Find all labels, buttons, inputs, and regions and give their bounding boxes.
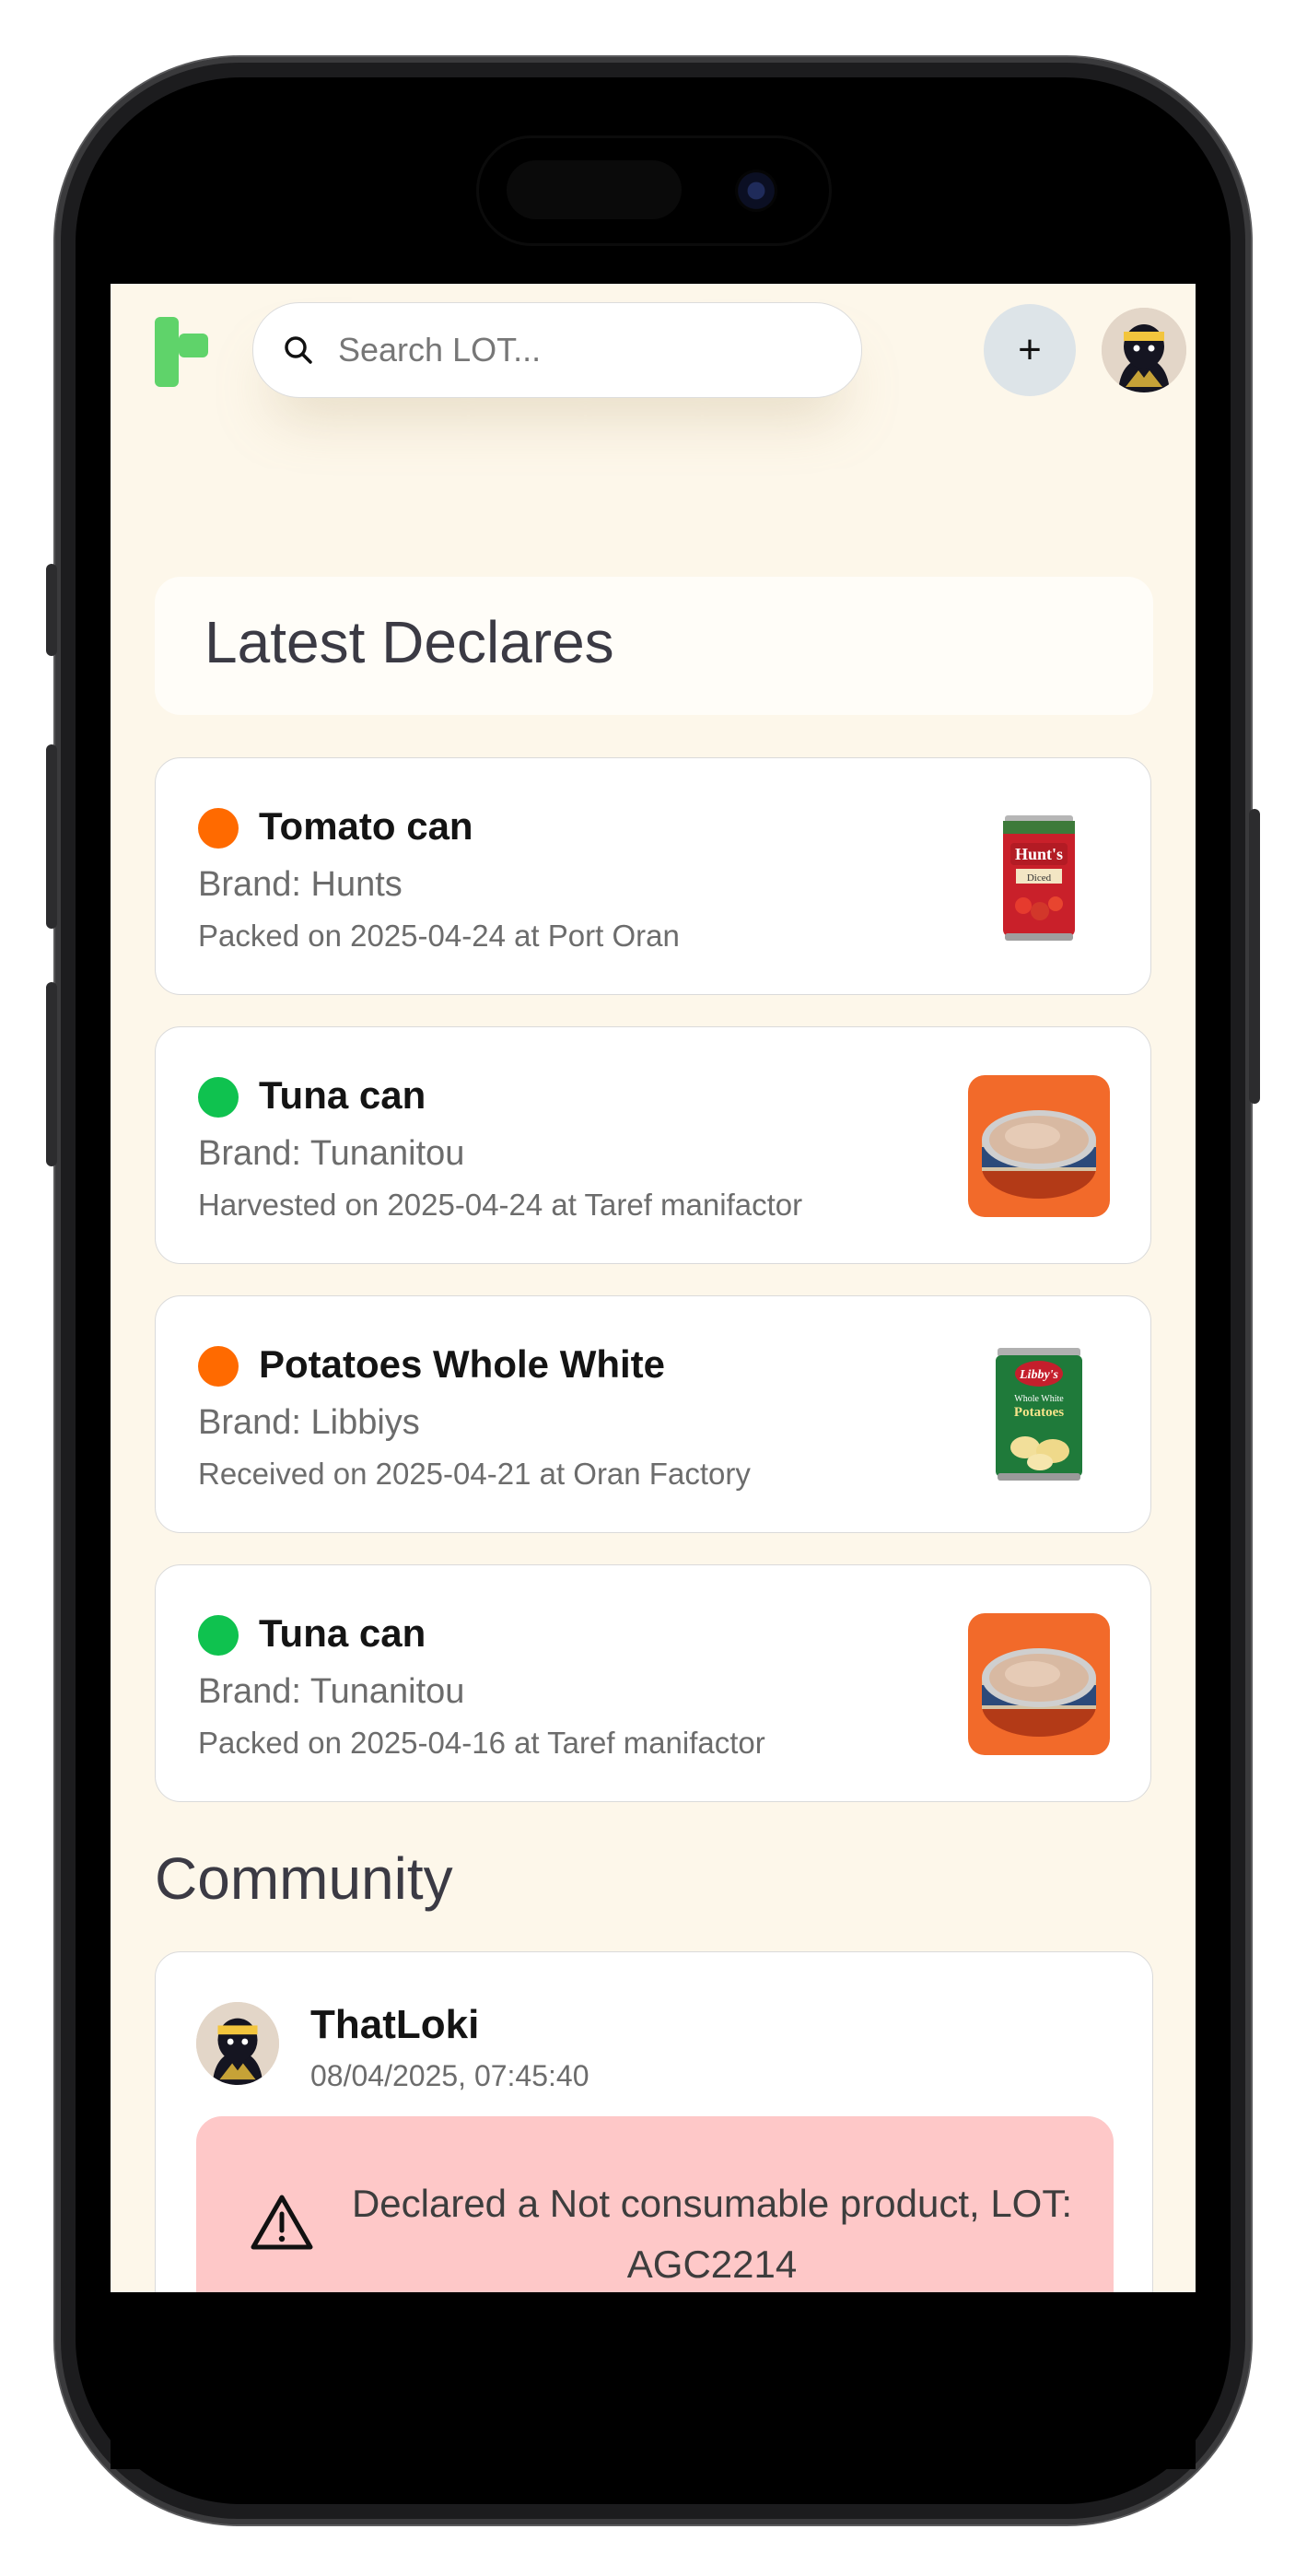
product-title: Tuna can (259, 1073, 426, 1117)
svg-text:Diced: Diced (1027, 872, 1052, 884)
status-dot (198, 1615, 239, 1656)
declare-card[interactable]: Potatoes Whole White Brand: Libbiys Rece… (155, 1295, 1151, 1533)
product-title: Tomato can (259, 804, 473, 848)
svg-text:Libby's: Libby's (1019, 1368, 1059, 1382)
status-dot (198, 1077, 239, 1118)
warning-triangle-icon (251, 2195, 313, 2250)
product-brand: Brand: Tunanitou (198, 1672, 465, 1711)
volume-up-button (46, 744, 57, 929)
product-detail: Received on 2025-04-21 at Oran Factory (198, 1457, 751, 1491)
tuna-can-icon (968, 1613, 1110, 1755)
tuna-can-icon (968, 1075, 1110, 1217)
post-username[interactable]: ThatLoki (310, 2002, 479, 2048)
tomato-can-icon: Hunt's Diced (968, 806, 1110, 948)
svg-text:Hunt's: Hunt's (1015, 845, 1063, 863)
product-title: Tuna can (259, 1611, 426, 1655)
product-brand: Brand: Libbiys (198, 1403, 420, 1442)
product-title: Potatoes Whole White (259, 1342, 665, 1386)
user-avatar-icon (196, 2002, 279, 2085)
community-title: Community (155, 1845, 453, 1912)
product-detail: Harvested on 2025-04-24 at Taref manifac… (198, 1188, 803, 1222)
search-icon (285, 336, 312, 364)
svg-text:Potatoes: Potatoes (1014, 1405, 1064, 1420)
app-screen: + Latest Declares Tomato can Brand: Hunt… (111, 284, 1196, 2292)
community-post[interactable]: ThatLoki 08/04/2025, 07:45:40 Declared a… (155, 1951, 1153, 2292)
product-thumbnail: Libby's Whole White Potatoes (968, 1344, 1110, 1486)
status-dot (198, 808, 239, 849)
status-dot (198, 1346, 239, 1387)
dynamic-island (479, 138, 829, 243)
front-camera (735, 170, 777, 212)
product-detail: Packed on 2025-04-24 at Port Oran (198, 919, 680, 953)
plus-icon: + (1018, 327, 1042, 372)
post-avatar[interactable] (196, 2002, 279, 2085)
potatoes-can-icon: Libby's Whole White Potatoes (968, 1344, 1110, 1486)
product-brand: Brand: Tunanitou (198, 1134, 465, 1173)
island-sensor (507, 160, 682, 219)
post-timestamp: 08/04/2025, 07:45:40 (310, 2059, 589, 2092)
profile-avatar[interactable] (1102, 308, 1186, 392)
search-bar[interactable] (252, 302, 862, 398)
section-title: Latest Declares (204, 609, 614, 675)
search-input[interactable] (336, 330, 837, 370)
declare-card[interactable]: Tuna can Brand: Tunanitou Packed on 2025… (155, 1564, 1151, 1802)
declare-card[interactable]: Tomato can Brand: Hunts Packed on 2025-0… (155, 757, 1151, 995)
volume-down-button (46, 982, 57, 1166)
user-avatar-icon (1102, 308, 1186, 392)
declare-card[interactable]: Tuna can Brand: Tunanitou Harvested on 2… (155, 1026, 1151, 1264)
svg-text:Whole White: Whole White (1014, 1394, 1064, 1404)
latest-declares-header: Latest Declares (155, 577, 1153, 715)
top-bar: + (111, 284, 1196, 422)
alert-message: Declared a Not consumable product, LOT: … (351, 2182, 1073, 2286)
product-brand: Brand: Hunts (198, 865, 403, 904)
product-detail: Packed on 2025-04-16 at Taref manifactor (198, 1726, 765, 1760)
alert-banner[interactable]: Declared a Not consumable product, LOT: … (196, 2116, 1114, 2292)
screen-bottom-bezel (111, 2292, 1196, 2469)
product-thumbnail (968, 1613, 1110, 1755)
product-thumbnail: Hunt's Diced (968, 806, 1110, 948)
product-thumbnail (968, 1075, 1110, 1217)
app-logo-icon[interactable] (155, 317, 210, 387)
power-button (1249, 809, 1260, 1104)
action-button (46, 564, 57, 656)
add-declare-button[interactable]: + (984, 304, 1076, 396)
